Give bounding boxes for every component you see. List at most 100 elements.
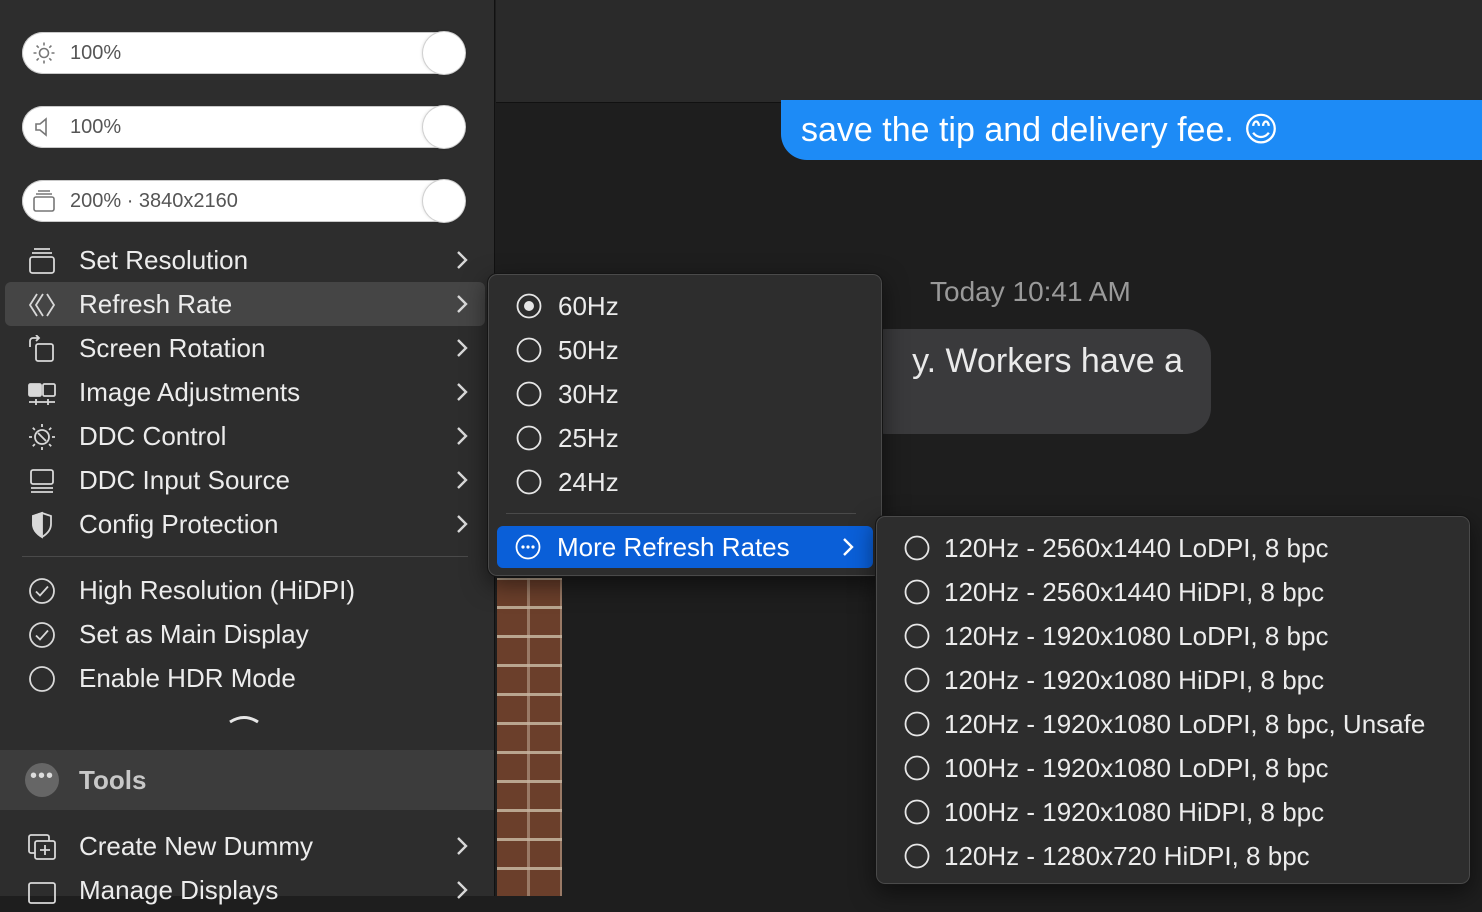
- slider-knob[interactable]: [423, 180, 465, 222]
- menu-item-ddc-control[interactable]: DDC Control: [5, 414, 485, 458]
- menu-item-label: Refresh Rate: [79, 289, 233, 319]
- more-rate-option[interactable]: 120Hz - 1920x1080 LoDPI, 8 bpc: [886, 614, 1466, 658]
- menu-item-refresh-rate[interactable]: Refresh Rate: [5, 282, 485, 326]
- chevron-right-icon: [841, 537, 855, 557]
- slider-knob[interactable]: [423, 106, 465, 148]
- option-label: 120Hz - 1920x1080 LoDPI, 8 bpc: [944, 621, 1329, 651]
- display-stack-icon: [32, 189, 56, 213]
- tools-section-header[interactable]: ••• Tools: [0, 750, 494, 810]
- checkmark-circle-icon: [27, 577, 57, 605]
- refresh-option-24hz[interactable]: 24Hz: [498, 460, 874, 504]
- radio-empty-icon: [904, 755, 930, 781]
- refresh-rate-icon: [27, 291, 57, 319]
- menu-item-label: Enable HDR Mode: [79, 663, 296, 693]
- option-label: 120Hz - 1280x720 HiDPI, 8 bpc: [944, 841, 1310, 871]
- shield-icon: [27, 511, 57, 539]
- input-source-icon: [27, 467, 57, 495]
- ddc-sun-icon: [27, 423, 57, 451]
- menu-separator: [22, 556, 468, 557]
- option-label: 120Hz - 1920x1080 LoDPI, 8 bpc, Unsafe: [944, 709, 1426, 739]
- menu-item-screen-rotation[interactable]: Screen Rotation: [5, 326, 485, 370]
- radio-selected-icon: [516, 293, 542, 319]
- menu-item-label: Set Resolution: [79, 245, 249, 275]
- more-rate-option[interactable]: 120Hz - 2560x1440 HiDPI, 8 bpc: [886, 570, 1466, 614]
- messages-header: [496, 0, 1482, 103]
- more-rate-option[interactable]: 100Hz - 1920x1080 HiDPI, 8 bpc: [886, 790, 1466, 834]
- toggle-hdr-mode[interactable]: Enable HDR Mode: [5, 656, 485, 700]
- resolution-value: 200% · 3840x2160: [70, 190, 238, 212]
- option-label: More Refresh Rates: [557, 532, 790, 562]
- refresh-option-25hz[interactable]: 25Hz: [498, 416, 874, 460]
- tools-label: Tools: [79, 765, 147, 795]
- chevron-right-icon: [455, 250, 469, 270]
- brightness-slider[interactable]: 100%: [22, 32, 465, 74]
- collapse-chevron-up-icon[interactable]: [228, 710, 260, 728]
- ellipsis-circle-icon: [515, 534, 541, 560]
- menu-item-label: DDC Input Source: [79, 465, 290, 495]
- more-dots-icon: •••: [25, 763, 59, 797]
- option-label: 30Hz: [558, 379, 619, 409]
- more-rate-option[interactable]: 120Hz - 1920x1080 HiDPI, 8 bpc: [886, 658, 1466, 702]
- menu-item-label: DDC Control: [79, 421, 227, 451]
- chevron-right-icon: [455, 836, 469, 856]
- chevron-right-icon: [455, 294, 469, 314]
- speaker-icon: [32, 115, 56, 139]
- radio-empty-icon: [516, 469, 542, 495]
- radio-empty-icon: [904, 667, 930, 693]
- more-refresh-rates-item[interactable]: More Refresh Rates: [497, 526, 873, 568]
- more-rate-option[interactable]: 120Hz - 2560x1440 LoDPI, 8 bpc: [886, 526, 1466, 570]
- display-icon: [27, 877, 57, 905]
- refresh-option-60hz[interactable]: 60Hz: [498, 284, 874, 328]
- refresh-rate-submenu: 60Hz 50Hz 30Hz 25Hz 24Hz More Refresh Ra…: [487, 273, 883, 577]
- more-refresh-rates-submenu: 120Hz - 2560x1440 LoDPI, 8 bpc 120Hz - 2…: [875, 515, 1471, 885]
- menu-item-ddc-input-source[interactable]: DDC Input Source: [5, 458, 485, 502]
- radio-empty-icon: [904, 843, 930, 869]
- menu-item-manage-displays[interactable]: Manage Displays: [5, 868, 485, 912]
- more-rate-option[interactable]: 120Hz - 1280x720 HiDPI, 8 bpc: [886, 834, 1466, 878]
- menu-item-config-protection[interactable]: Config Protection: [5, 502, 485, 546]
- betterdisplay-menu: 100% 100% 200% · 3840x2160 Set Resolutio…: [0, 0, 495, 905]
- image-adjust-icon: [27, 379, 57, 407]
- radio-empty-icon: [904, 579, 930, 605]
- toggle-main-display[interactable]: Set as Main Display: [5, 612, 485, 656]
- more-rate-option[interactable]: 120Hz - 1920x1080 LoDPI, 8 bpc, Unsafe: [886, 702, 1466, 746]
- volume-slider[interactable]: 100%: [22, 106, 465, 148]
- resolution-slider[interactable]: 200% · 3840x2160: [22, 180, 465, 222]
- menu-item-label: Image Adjustments: [79, 377, 301, 407]
- display-stack-icon: [27, 247, 57, 275]
- chevron-right-icon: [455, 426, 469, 446]
- radio-empty-icon: [516, 381, 542, 407]
- radio-empty-icon: [904, 623, 930, 649]
- refresh-option-30hz[interactable]: 30Hz: [498, 372, 874, 416]
- message-bubble-sent: save the tip and delivery fee. 😊: [781, 100, 1482, 160]
- chevron-right-icon: [455, 382, 469, 402]
- menu-item-set-resolution[interactable]: Set Resolution: [5, 238, 485, 282]
- slider-knob[interactable]: [423, 32, 465, 74]
- more-rate-option[interactable]: 100Hz - 1920x1080 LoDPI, 8 bpc: [886, 746, 1466, 790]
- refresh-option-50hz[interactable]: 50Hz: [498, 328, 874, 372]
- message-bubble-received: y. Workers have a: [860, 329, 1211, 434]
- option-label: 25Hz: [558, 423, 619, 453]
- brick-wall-image: [497, 578, 562, 896]
- toggle-hidpi[interactable]: High Resolution (HiDPI): [5, 568, 485, 612]
- option-label: 120Hz - 2560x1440 HiDPI, 8 bpc: [944, 577, 1325, 607]
- chevron-right-icon: [455, 514, 469, 534]
- menu-item-create-new-dummy[interactable]: Create New Dummy: [5, 824, 485, 868]
- volume-value: 100%: [70, 116, 122, 138]
- chevron-right-icon: [455, 880, 469, 900]
- radio-empty-icon: [516, 337, 542, 363]
- option-label: 120Hz - 2560x1440 LoDPI, 8 bpc: [944, 533, 1329, 563]
- menu-item-label: Manage Displays: [79, 875, 279, 905]
- menu-item-label: Config Protection: [79, 509, 279, 539]
- sun-icon: [32, 41, 56, 65]
- option-label: 100Hz - 1920x1080 LoDPI, 8 bpc: [944, 753, 1329, 783]
- rotate-icon: [27, 335, 57, 363]
- checkmark-circle-icon: [27, 621, 57, 649]
- menu-item-label: Screen Rotation: [79, 333, 266, 363]
- menu-item-image-adjustments[interactable]: Image Adjustments: [5, 370, 485, 414]
- menu-item-label: High Resolution (HiDPI): [79, 575, 355, 605]
- option-label: 100Hz - 1920x1080 HiDPI, 8 bpc: [944, 797, 1325, 827]
- option-label: 24Hz: [558, 467, 619, 497]
- submenu-separator: [506, 513, 856, 514]
- radio-empty-icon: [904, 799, 930, 825]
